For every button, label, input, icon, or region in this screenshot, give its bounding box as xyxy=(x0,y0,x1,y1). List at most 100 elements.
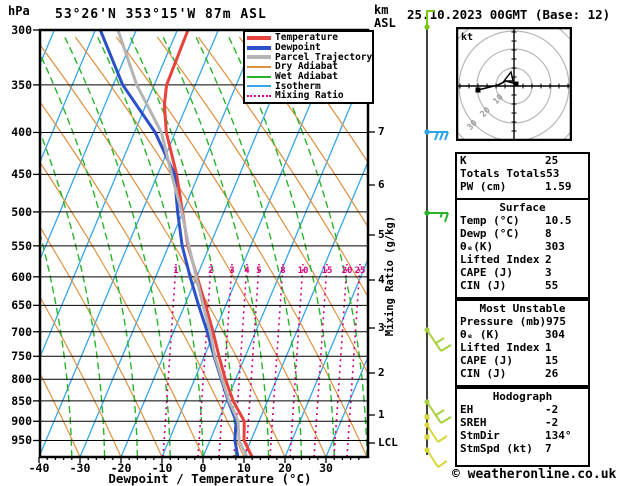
hodograph-ring-label: 30 xyxy=(465,118,479,132)
wind-barb xyxy=(444,212,449,223)
row-value: 3 xyxy=(545,266,552,279)
row-label: CAPE (J) xyxy=(460,266,513,279)
km-tick-label: 1 xyxy=(378,408,385,421)
legend-row: Mixing Ratio xyxy=(247,90,372,102)
legend-sample-line xyxy=(247,45,271,50)
pressure-tick-label: 800 xyxy=(11,372,32,387)
wind-barb xyxy=(440,416,452,424)
km-tick-label: 2 xyxy=(378,366,385,379)
table-row: SREH -2 xyxy=(457,416,588,429)
wet-adiabat-line xyxy=(40,52,139,457)
row-value: 10.5 xyxy=(545,214,572,227)
row-label: θₑ (K) xyxy=(460,328,500,341)
row-label: PW (cm) xyxy=(460,180,507,193)
wind-barb xyxy=(426,10,434,27)
row-value: 134° xyxy=(545,429,572,442)
temperature-tick-label: 10 xyxy=(237,461,251,475)
pressure-tick-label: 900 xyxy=(11,414,32,429)
hodograph-table: Hodograph EH -2 SREH -2 StmDir 134° StmSpd … xyxy=(455,387,590,467)
row-label: Lifted Index xyxy=(460,341,540,354)
row-label: StmDir xyxy=(460,429,500,442)
row-value: 53 xyxy=(546,167,560,180)
mixing-ratio-value-label: 8 xyxy=(280,266,285,276)
row-label: StmSpd (kt) xyxy=(460,442,533,455)
mixing-ratio-value-label: 1 xyxy=(173,266,178,276)
legend-sample-line xyxy=(247,55,271,60)
table-row: CAPE (J) 15 xyxy=(457,354,588,367)
isotherm-line xyxy=(79,30,260,457)
table-row: Totals Totals 53 xyxy=(457,167,588,180)
table-row: StmSpd (kt) 7 xyxy=(457,442,588,455)
pressure-tick-label: 550 xyxy=(11,238,32,253)
pressure-tick-label: 700 xyxy=(11,324,32,339)
row-value: 25 xyxy=(545,154,559,167)
row-value: 2 xyxy=(545,253,552,266)
wind-barb xyxy=(444,131,449,141)
temperature-tick-label: 30 xyxy=(319,461,333,475)
row-label: Pressure (mb) xyxy=(460,315,547,328)
hodograph-unit-label: kt xyxy=(461,32,473,43)
wind-barb xyxy=(439,131,444,141)
legend-sample-line xyxy=(247,35,271,40)
km-tick-label: 3 xyxy=(378,321,385,334)
table-row: θₑ(K) 303 xyxy=(457,240,588,253)
table-row: θₑ (K) 304 xyxy=(457,328,588,341)
table-row: K 25 xyxy=(457,154,588,167)
table-row: PW (cm) 1.59 xyxy=(457,180,588,193)
wind-level-dot xyxy=(424,414,430,420)
table-row: CAPE (J) 3 xyxy=(457,266,588,279)
wind-barb xyxy=(435,337,445,344)
row-label: Lifted Index xyxy=(460,253,540,266)
mixing-ratio-value-label: 2 xyxy=(208,266,213,276)
pressure-tick-label: 950 xyxy=(11,433,32,448)
mixing-ratio-value-label: 10 xyxy=(298,266,309,276)
legend-sample-line xyxy=(247,75,271,78)
table-row: Lifted Index 1 xyxy=(457,341,588,354)
row-value: 7 xyxy=(545,442,552,455)
km-tick-label: 7 xyxy=(378,125,385,138)
legend-sample-line xyxy=(247,85,271,88)
temperature-tick-label: -10 xyxy=(151,461,173,475)
wind-level-dot xyxy=(424,434,430,440)
wind-barb xyxy=(439,212,443,218)
legend-sample-line xyxy=(247,65,271,68)
table-row: EH -2 xyxy=(457,403,588,416)
storm-motion-marker xyxy=(502,70,514,82)
mixing-ratio-line xyxy=(333,263,348,457)
table-row: Pressure (mb) 975 xyxy=(457,315,588,328)
stability-indices-table: K 25 Totals Totals 53 PW (cm) 1.59 xyxy=(455,152,590,200)
table-row: CIN (J) 26 xyxy=(457,367,588,380)
chart-legend: Temperature Dewpoint Parcel Trajectory Dry … xyxy=(243,30,374,104)
hodograph-plot: 102030 kt xyxy=(456,27,572,141)
temperature-tick-label: 20 xyxy=(278,461,292,475)
row-value: 1.59 xyxy=(545,180,572,193)
most-unstable-table: Most Unstable Pressure (mb) 975 θₑ (K) 304… xyxy=(455,299,590,387)
pressure-tick-label: 500 xyxy=(11,204,32,219)
row-label: CAPE (J) xyxy=(460,354,513,367)
table-header: Hodograph xyxy=(492,390,553,403)
mixing-ratio-value-label: 15 xyxy=(322,266,333,276)
pressure-tick-label: 450 xyxy=(11,167,32,182)
row-value: 975 xyxy=(546,315,566,328)
wind-barb xyxy=(426,449,439,468)
wind-barb xyxy=(437,460,448,468)
pressure-tick-label: 350 xyxy=(11,77,32,92)
row-label: CIN (J) xyxy=(460,279,507,292)
pressure-tick-label: 300 xyxy=(11,23,32,37)
wet-adiabat-line xyxy=(64,36,171,457)
row-label: EH xyxy=(460,403,474,416)
pressure-tick-label: 600 xyxy=(11,269,32,284)
row-value: 8 xyxy=(545,227,552,240)
pressure-tick-label: 750 xyxy=(11,349,32,364)
hodograph-ring-label: 10 xyxy=(491,92,505,106)
pressure-tick-label: 650 xyxy=(11,298,32,313)
row-value: 26 xyxy=(545,367,559,380)
lcl-label: LCL xyxy=(378,436,398,449)
row-label: θₑ(K) xyxy=(460,240,494,253)
km-tick-label: 5 xyxy=(378,228,385,241)
legend-label: Mixing Ratio xyxy=(275,90,344,102)
row-label: Temp (°C) xyxy=(460,214,520,227)
mixing-ratio-value-label: 25 xyxy=(355,266,366,276)
mixing-ratio-value-label: 5 xyxy=(256,266,261,276)
temperature-tick-label: 0 xyxy=(199,461,207,475)
